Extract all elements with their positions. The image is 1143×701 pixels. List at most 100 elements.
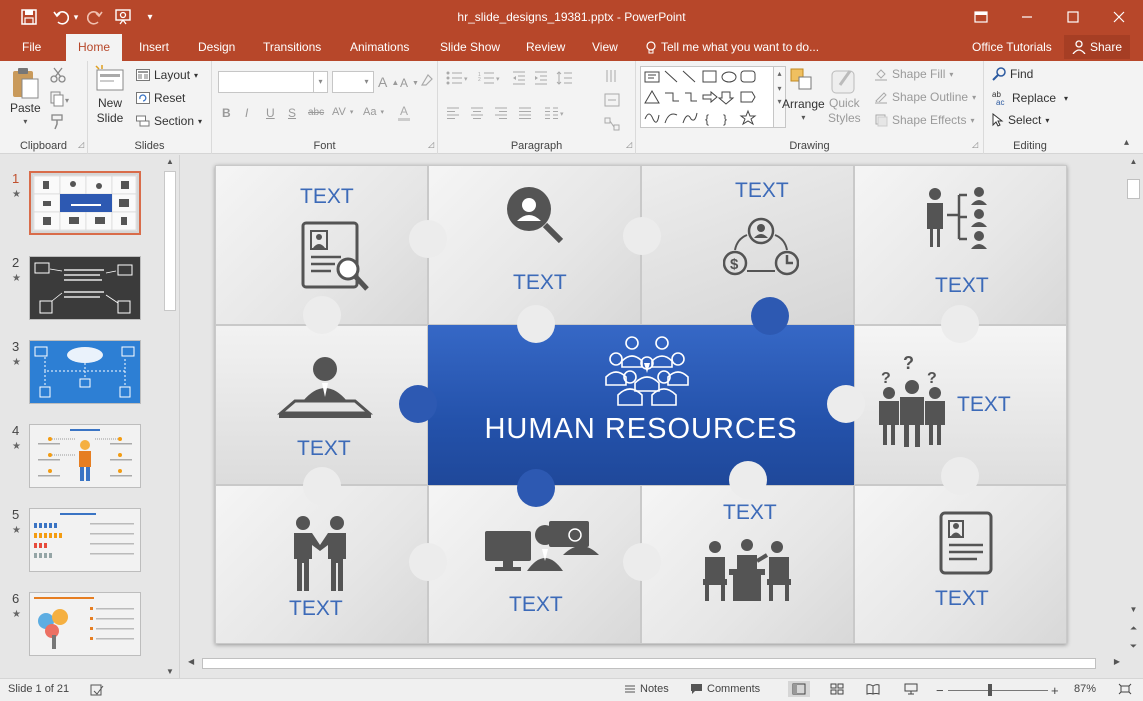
text-direction-icon[interactable] [604, 68, 620, 84]
arrange-button[interactable]: Arrange ▾ [782, 67, 825, 122]
account-name[interactable]: Office Tutorials [972, 34, 1052, 61]
tab-design[interactable]: Design [198, 34, 235, 61]
convert-to-smartart-icon[interactable] [604, 117, 620, 131]
columns-icon[interactable]: ▾ [544, 107, 566, 119]
decrease-indent-icon[interactable] [512, 71, 526, 85]
minimize-icon[interactable] [1004, 0, 1050, 34]
editor-vertical-scrollbar[interactable]: ▲ ▼ ⏶ ⏷ [1124, 155, 1143, 678]
section-button[interactable]: Section ▾ [136, 114, 202, 128]
zoom-out-icon[interactable]: − [936, 683, 944, 698]
maximize-icon[interactable] [1050, 0, 1096, 34]
cut-icon[interactable] [50, 67, 66, 83]
change-case-icon[interactable]: Aa ▾ [363, 106, 384, 118]
shape-fill-button[interactable]: Shape Fill ▾ [874, 67, 953, 81]
font-size-dropdown-icon[interactable]: ▾ [360, 71, 374, 93]
select-label: Select [1008, 113, 1042, 127]
numbering-icon[interactable]: 1 2 ▾ [478, 71, 502, 85]
bullets-icon[interactable]: ▾ [446, 71, 470, 85]
increase-indent-icon[interactable] [534, 71, 548, 85]
underline-icon[interactable]: U [266, 106, 275, 120]
font-name-dropdown-icon[interactable]: ▾ [314, 71, 328, 93]
reset-label: Reset [154, 91, 186, 105]
center-blue-piece: HUMAN RESOURCES [428, 325, 854, 485]
italic-icon[interactable]: I [245, 106, 248, 120]
line-spacing-icon[interactable] [556, 71, 576, 85]
tab-view[interactable]: View [592, 34, 618, 61]
align-center-icon[interactable] [470, 107, 484, 119]
editor-scroll-thumb[interactable] [1127, 179, 1140, 199]
thumbnail-slide-5[interactable] [29, 508, 141, 572]
ribbon-display-options-icon[interactable] [958, 0, 1004, 34]
tab-file[interactable]: File [22, 34, 41, 61]
puzzle-knob [729, 461, 767, 499]
normal-view-icon[interactable] [788, 681, 810, 697]
replace-label: Replace [1012, 91, 1057, 105]
strikethrough-icon[interactable]: abc [308, 107, 324, 118]
find-button[interactable]: Find [992, 67, 1033, 81]
tab-animations[interactable]: Animations [350, 34, 409, 61]
zoom-slider[interactable] [948, 690, 1048, 691]
paragraph-launcher-icon[interactable]: ◿ [626, 140, 632, 149]
tell-me-box[interactable]: Tell me what you want to do... [646, 34, 819, 61]
layout-button[interactable]: Layout ▾ [136, 68, 198, 82]
tab-home[interactable]: Home [66, 34, 123, 61]
editor-horizontal-scrollbar[interactable]: ◀ ▶ [186, 655, 1124, 672]
spell-check-icon[interactable] [90, 683, 104, 697]
fit-slide-icon[interactable] [1118, 683, 1132, 695]
decrease-font-size-icon[interactable]: A ▼ [400, 76, 419, 90]
format-painter-icon[interactable] [50, 114, 66, 130]
increase-font-size-icon[interactable]: A ▲ [378, 74, 399, 90]
thumbnail-slide-4[interactable] [29, 424, 141, 488]
quick-styles-button[interactable]: Quick Styles [828, 67, 861, 125]
thumbnail-slide-6[interactable] [29, 592, 141, 656]
horizontal-scroll-thumb[interactable] [202, 658, 1096, 669]
slide-canvas[interactable]: HUMAN RESOURCES TEXT TEXT TEXT $ TEXT TE… [215, 165, 1067, 644]
character-spacing-icon[interactable]: AV ▾ [332, 106, 353, 118]
notes-button[interactable]: Notes [624, 683, 669, 695]
tab-insert[interactable]: Insert [139, 34, 169, 61]
next-slide-icon[interactable]: ⏷ [1124, 641, 1143, 652]
text-shadow-icon[interactable]: S [288, 106, 296, 120]
comments-button[interactable]: Comments [690, 683, 760, 695]
thumbnail-slide-1[interactable] [29, 171, 141, 235]
reset-button[interactable]: Reset [136, 91, 185, 105]
font-name-box[interactable] [218, 71, 314, 93]
shapes-gallery[interactable]: { } [640, 66, 774, 128]
replace-button[interactable]: ab ac Replace ▾ [992, 90, 1068, 106]
font-size-box[interactable] [332, 71, 362, 93]
clipboard-launcher-icon[interactable]: ◿ [78, 140, 84, 149]
drawing-launcher-icon[interactable]: ◿ [972, 140, 978, 149]
select-button[interactable]: Select ▾ [992, 113, 1049, 127]
zoom-in-icon[interactable]: + [1051, 683, 1059, 698]
shape-outline-button[interactable]: Shape Outline ▾ [874, 90, 976, 104]
slide-show-icon[interactable] [904, 683, 918, 695]
zoom-level[interactable]: 87% [1074, 683, 1096, 695]
thumbnail-slide-3[interactable] [29, 340, 141, 404]
align-left-icon[interactable] [446, 107, 460, 119]
font-color-icon[interactable]: A [398, 104, 410, 121]
zoom-slider-thumb[interactable] [988, 684, 992, 696]
tab-slide-show[interactable]: Slide Show [440, 34, 500, 61]
copy-icon[interactable]: ▾ [50, 91, 72, 107]
collapse-ribbon-icon[interactable]: ▴ [1124, 137, 1129, 148]
bold-icon[interactable]: B [222, 106, 231, 120]
paragraph-group: ▾ 1 2 ▾ ▾ Paragraph ◿ [438, 61, 636, 154]
share-button[interactable]: Share [1064, 35, 1131, 59]
close-icon[interactable] [1096, 0, 1142, 34]
thumbnail-slide-2[interactable] [29, 256, 141, 320]
shape-effects-button[interactable]: Shape Effects ▾ [874, 113, 975, 127]
tab-review[interactable]: Review [526, 34, 565, 61]
thumbnail-scroll-thumb[interactable] [164, 171, 176, 311]
slide-sorter-icon[interactable] [830, 683, 844, 695]
previous-slide-icon[interactable]: ⏶ [1124, 623, 1143, 634]
clear-formatting-icon[interactable] [420, 73, 434, 87]
font-launcher-icon[interactable]: ◿ [428, 140, 434, 149]
paste-button[interactable]: Paste ▾ [10, 67, 41, 126]
reading-view-icon[interactable] [866, 683, 880, 695]
align-right-icon[interactable] [494, 107, 508, 119]
justify-icon[interactable] [518, 107, 532, 119]
align-text-icon[interactable] [604, 93, 620, 107]
tab-transitions[interactable]: Transitions [263, 34, 321, 61]
new-slide-button[interactable]: New Slide [94, 65, 126, 125]
thumbnail-scrollbar[interactable]: ▲ ▼ [162, 155, 178, 678]
